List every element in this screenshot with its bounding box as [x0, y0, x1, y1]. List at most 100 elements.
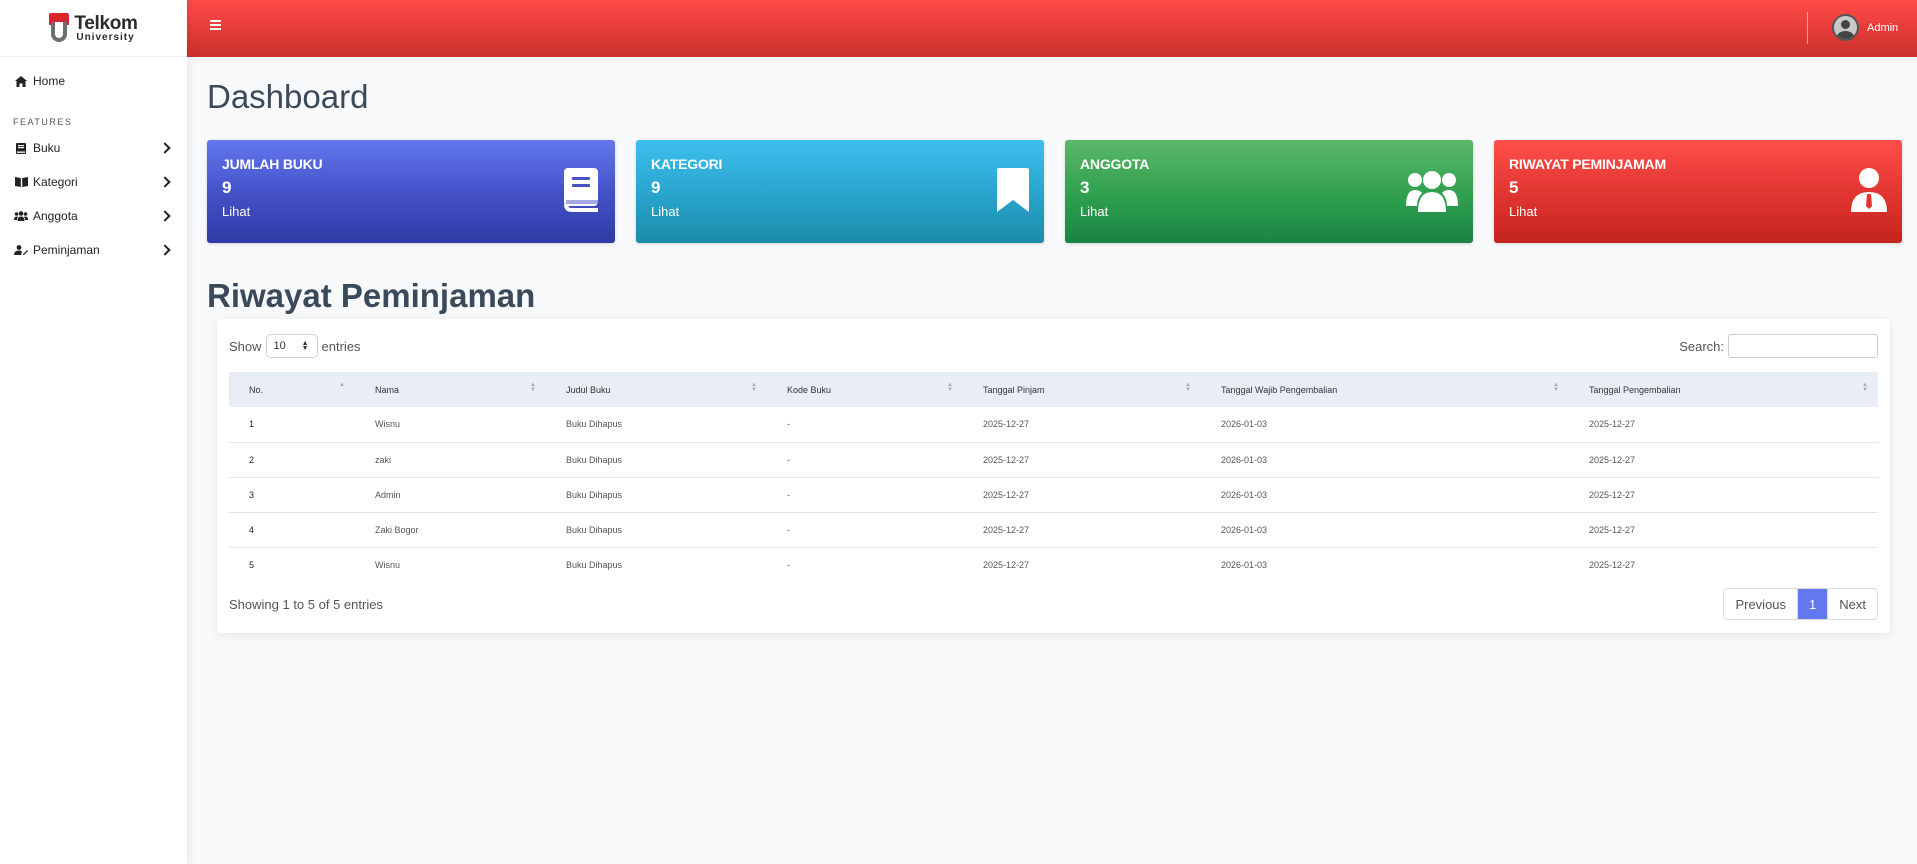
- cell-tanggal-pengembalian: 2025-12-27: [1569, 442, 1878, 478]
- previous-button[interactable]: Previous: [1724, 589, 1797, 619]
- entries-control: Show 10 ▲ ▼ entries: [229, 334, 361, 358]
- cell-no: 2: [229, 442, 355, 478]
- column-header-tanggal-pinjam[interactable]: Tanggal Pinjam ▲ ▼: [963, 372, 1201, 407]
- stat-card-riwayat-peminjaman: RIWAYAT PEMINJAMAM 5 Lihat: [1494, 140, 1902, 243]
- card-title: KATEGORI: [651, 156, 723, 172]
- cell-tanggal-pinjam: 2025-12-27: [963, 477, 1201, 513]
- cell-nama: Wisnu: [355, 407, 546, 443]
- table-row: 2 zaki Buku Dihapus - 2025-12-27 2026-01…: [229, 442, 1878, 478]
- cell-tanggal-pinjam: 2025-12-27: [963, 442, 1201, 478]
- topbar: Admin: [187, 0, 1917, 57]
- cell-tanggal-pengembalian: 2025-12-27: [1569, 477, 1878, 513]
- cell-tanggal-pinjam: 2025-12-27: [963, 407, 1201, 443]
- users-icon: [1406, 168, 1458, 217]
- sort-icon: ▲ ▼: [947, 382, 953, 393]
- cell-tanggal-pinjam: 2025-12-27: [983, 559, 1030, 570]
- entries-label: entries: [321, 338, 361, 354]
- cell-kode-buku: -: [767, 512, 963, 548]
- section-title: Riwayat Peminjaman: [207, 277, 536, 314]
- card-count: 5: [1509, 178, 1519, 197]
- cell-tanggal-pengembalian: 2025-12-27: [1569, 512, 1878, 548]
- stat-card-anggota: ANGGOTA 3 Lihat: [1065, 140, 1473, 243]
- page-button-1[interactable]: 1: [1797, 589, 1829, 619]
- chevron-right-icon: [159, 244, 171, 256]
- entries-select[interactable]: 10 ▲ ▼: [265, 334, 318, 358]
- sidebar-item-label: Peminjaman: [33, 243, 100, 257]
- card-title: JUMLAH BUKU: [222, 156, 323, 172]
- cell-judul-buku: Buku Dihapus: [546, 477, 767, 513]
- chevron-right-icon: [159, 142, 171, 154]
- home-icon: [13, 75, 29, 87]
- cell-no: 3: [229, 477, 355, 513]
- pagination: Previous 1 Next: [1723, 588, 1878, 620]
- next-button[interactable]: Next: [1828, 589, 1877, 619]
- card-count: 9: [651, 178, 661, 197]
- search-input[interactable]: [1728, 334, 1878, 358]
- cell-no: 5: [249, 559, 255, 570]
- cell-tanggal-pinjam: 2025-12-27: [963, 512, 1201, 548]
- cell-kode-buku: -: [787, 559, 790, 570]
- cell-nama: Admin: [355, 477, 546, 513]
- table-row: 1 Wisnu Buku Dihapus - 2025-12-27 2026-0…: [229, 407, 1878, 443]
- card-link[interactable]: Lihat: [651, 204, 1029, 220]
- sort-icon: ▲ ▼: [530, 382, 536, 393]
- card-title: ANGGOTA: [1080, 156, 1150, 172]
- cell-no: 1: [229, 407, 355, 443]
- cell-tanggal-wajib: 2026-01-03: [1201, 442, 1569, 478]
- sidebar-item-kategori[interactable]: Kategori: [0, 165, 187, 199]
- sidebar-item-peminjaman[interactable]: Peminjaman: [0, 233, 187, 267]
- column-header-judul-buku[interactable]: Judul Buku ▲ ▼: [546, 372, 767, 407]
- cell-kode-buku: -: [767, 477, 963, 513]
- column-header-kode-buku[interactable]: Kode Buku ▲ ▼: [767, 372, 963, 407]
- book-icon: [13, 142, 29, 154]
- cell-judul-buku: Buku Dihapus: [546, 512, 767, 548]
- card-link[interactable]: Lihat: [1080, 204, 1458, 220]
- sidebar-item-home[interactable]: Home: [0, 59, 187, 103]
- table-row: 4 Zaki Bogor Buku Dihapus - 2025-12-27 2…: [229, 512, 1878, 548]
- cell-nama: Wisnu: [375, 559, 401, 570]
- user-menu[interactable]: Admin: [1832, 14, 1898, 41]
- column-header-no[interactable]: No. ▲: [229, 372, 355, 407]
- chevron-right-icon: [159, 210, 171, 222]
- main-content: Dashboard JUMLAH BUKU 9 Lihat KATEGORI 9…: [207, 57, 1902, 633]
- page-title: Dashboard: [207, 78, 369, 115]
- sidebar-item-buku[interactable]: Buku: [0, 131, 187, 165]
- chevron-right-icon: [159, 176, 171, 188]
- sort-icon: ▲ ▼: [1862, 382, 1868, 393]
- cell-kode-buku: -: [767, 442, 963, 478]
- search-label: Search:: [1679, 338, 1724, 354]
- topbar-divider: [1807, 12, 1808, 44]
- sort-updown-icon: ▲ ▼: [301, 340, 309, 352]
- table-info: Showing 1 to 5 of 5 entries: [229, 596, 383, 612]
- card-link[interactable]: Lihat: [1509, 204, 1887, 220]
- avatar: [1832, 14, 1859, 41]
- cell-tanggal-wajib: 2026-01-03: [1221, 559, 1268, 570]
- cell-tanggal-wajib: 2026-01-03: [1201, 512, 1569, 548]
- sidebar-item-label: Home: [33, 74, 66, 88]
- table-row: 5 Wisnu Buku Dihapus - 2025-12-27 2026-0…: [229, 547, 1878, 582]
- sidebar-item-label: Anggota: [33, 209, 78, 223]
- sort-icon: ▲ ▼: [751, 382, 757, 393]
- column-header-nama[interactable]: Nama ▲ ▼: [355, 372, 546, 407]
- brand-subtitle: University: [76, 31, 135, 43]
- history-table: No. ▲ Nama ▲ ▼ Judul Buku ▲ ▼ Kode Buku ▲ ▼ Tan…: [229, 372, 1878, 582]
- table-row: 3 Admin Buku Dihapus - 2025-12-27 2026-0…: [229, 477, 1878, 513]
- sidebar-item-anggota[interactable]: Anggota: [0, 199, 187, 233]
- brand-logo[interactable]: Telkom University: [0, 0, 187, 57]
- cell-no: 4: [229, 512, 355, 548]
- cell-nama: zaki: [355, 442, 546, 478]
- column-header-tanggal-pengembalian[interactable]: Tanggal Pengembalian ▲ ▼: [1569, 372, 1878, 407]
- user-tie-icon: [1851, 168, 1887, 217]
- menu-toggle-icon[interactable]: [210, 20, 221, 30]
- cell-tanggal-wajib: 2026-01-03: [1201, 477, 1569, 513]
- stat-card-jumlah-buku: JUMLAH BUKU 9 Lihat: [207, 140, 615, 243]
- card-link[interactable]: Lihat: [222, 204, 600, 220]
- history-table-panel: Show 10 ▲ ▼ entries Search: No. ▲ Nama ▲ ▼ J…: [217, 319, 1890, 633]
- book-icon: [562, 168, 600, 217]
- sort-icon: ▲ ▼: [1553, 382, 1559, 393]
- sidebar-item-label: Buku: [33, 141, 61, 155]
- column-header-tanggal-wajib-pengembalian[interactable]: Tanggal Wajib Pengembalian ▲ ▼: [1201, 372, 1569, 407]
- user-edit-icon: [13, 245, 29, 255]
- users-icon: [13, 211, 29, 221]
- cell-tanggal-pengembalian: 2025-12-27: [1569, 407, 1878, 443]
